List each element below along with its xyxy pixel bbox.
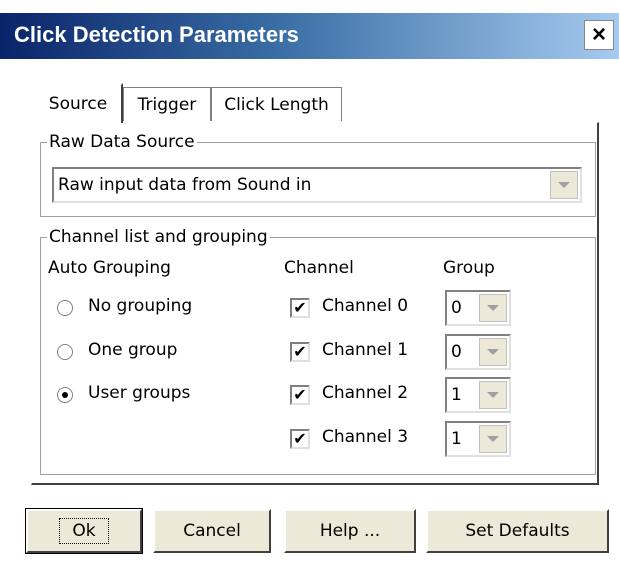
raw-source-value: Raw input data from Sound in [58,175,312,195]
chevron-down-icon [558,182,570,188]
channel-2-label[interactable]: Channel 2 [322,383,408,403]
channel-3-label[interactable]: Channel 3 [322,427,408,447]
help-button-label: Help ... [319,521,381,541]
radio-one-group[interactable] [57,344,73,360]
chevron-down-icon [487,436,499,442]
group-header: Group [443,258,495,278]
ok-button[interactable]: Ok [25,508,143,554]
close-button[interactable]: × [584,20,614,50]
auto-grouping-header: Auto Grouping [48,258,171,278]
channel-1-checkbox[interactable]: ✔ [290,342,310,362]
help-button[interactable]: Help ... [284,509,416,553]
chevron-down-icon [487,305,499,311]
radio-one-group-label[interactable]: One group [88,340,177,360]
set-defaults-button[interactable]: Set Defaults [426,509,609,553]
channel-3-checkbox[interactable]: ✔ [290,429,310,449]
tab-trigger-label: Trigger [137,94,197,115]
tab-click-length[interactable]: Click Length [211,87,342,121]
channel-1-group-dropdown-button[interactable] [479,338,507,366]
channel-1-group-select[interactable]: 0 [445,334,511,370]
channel-0-label[interactable]: Channel 0 [322,296,408,316]
channel-3-group-select[interactable]: 1 [445,421,511,457]
checkmark-icon: ✔ [293,342,307,361]
channel-1-group-value: 0 [451,342,462,362]
channel-0-group-value: 0 [451,298,462,318]
radio-user-groups-label[interactable]: User groups [88,383,190,403]
channel-0-checkbox[interactable]: ✔ [290,298,310,318]
channel-3-group-dropdown-button[interactable] [479,425,507,453]
checkmark-icon: ✔ [293,429,307,448]
window-title: Click Detection Parameters [14,22,299,47]
raw-source-legend: Raw Data Source [47,130,197,154]
radio-no-grouping[interactable] [57,300,73,316]
dialog-window: Click Detection Parameters × Source Trig… [0,0,619,564]
cancel-button[interactable]: Cancel [153,509,271,553]
chevron-down-icon [487,349,499,355]
raw-source-dropdown-button[interactable] [550,171,578,199]
radio-no-grouping-label[interactable]: No grouping [88,296,192,316]
ok-button-label: Ok [59,518,109,544]
chevron-down-icon [487,392,499,398]
channel-2-group-value: 1 [451,385,462,405]
channel-3-group-value: 1 [451,429,462,449]
close-icon: × [591,21,606,48]
channel-2-group-select[interactable]: 1 [445,377,511,413]
channel-1-label[interactable]: Channel 1 [322,340,408,360]
tab-trigger[interactable]: Trigger [123,87,211,121]
cancel-button-label: Cancel [183,521,241,541]
checkmark-icon: ✔ [293,298,307,317]
channel-0-group-dropdown-button[interactable] [479,294,507,322]
channel-0-group-select[interactable]: 0 [445,290,511,326]
channel-header: Channel [284,258,354,278]
radio-selected-dot [62,392,68,398]
tab-click-length-label: Click Length [224,94,329,115]
tab-source[interactable]: Source [33,83,123,123]
channel-2-checkbox[interactable]: ✔ [290,385,310,405]
title-bar[interactable]: Click Detection Parameters × [0,13,619,59]
checkmark-icon: ✔ [293,385,307,404]
set-defaults-button-label: Set Defaults [465,521,570,541]
raw-source-dropdown[interactable]: Raw input data from Sound in [52,167,582,203]
tab-source-label: Source [48,94,108,114]
channel-2-group-dropdown-button[interactable] [479,381,507,409]
channel-legend: Channel list and grouping [47,225,270,249]
radio-user-groups[interactable] [57,387,73,403]
